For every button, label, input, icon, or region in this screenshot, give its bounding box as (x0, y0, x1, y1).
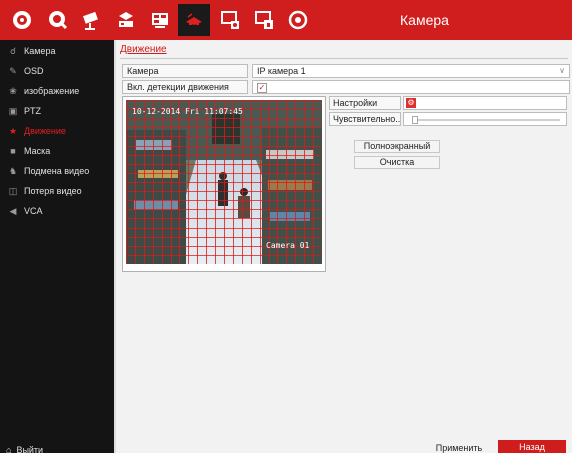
sidebar-item-mask[interactable]: ■ Маска (0, 142, 114, 160)
sidebar-item-motion[interactable]: ★ Движение (0, 122, 114, 140)
sidebar-item-osd[interactable]: ✎ OSD (0, 62, 114, 80)
sidebar-item-label: изображение (24, 86, 80, 96)
fullscreen-button[interactable]: Полноэкранный (354, 140, 440, 153)
video-preview-frame: 10-12-2014 Fri 11:07:45 Camera 01 (122, 96, 326, 272)
screen: Камера ☌ Камера ✎ OSD ❀ изображение ▣ PT… (0, 0, 572, 453)
apply-button[interactable]: Применить (430, 442, 488, 453)
enable-checkbox[interactable]: ✓ (257, 83, 267, 93)
sensitivity-slider-track[interactable] (416, 119, 560, 121)
settings-label: Настройки (329, 96, 401, 110)
image-icon: ❀ (9, 85, 17, 96)
video-osd-time: 10-12-2014 Fri 11:07:45 (132, 107, 243, 116)
enable-label: Вкл. детекции движения (122, 80, 248, 94)
camera-select[interactable]: IP камера 1 ∨ (252, 64, 570, 78)
sidebar-item-vca[interactable]: ◀ VCA (0, 202, 114, 220)
main-panel: Движение Камера IP камера 1 ∨ Вкл. детек… (116, 40, 572, 453)
ptz-icon: ▣ (8, 105, 18, 116)
record-icon[interactable] (42, 4, 74, 36)
clear-button[interactable]: Очистка (354, 156, 440, 169)
camera-label: Камера (122, 64, 248, 78)
sidebar: ☌ Камера ✎ OSD ❀ изображение ▣ PTZ ★ Дви… (0, 40, 114, 453)
page-title: Камера (400, 12, 449, 28)
camera-icon: ☌ (9, 45, 17, 56)
sidebar-item-label: Камера (24, 46, 56, 56)
tamper-icon: ♞ (8, 165, 18, 176)
vca-icon: ◀ (9, 205, 17, 216)
mask-icon: ■ (10, 146, 16, 156)
sidebar-item-ptz[interactable]: ▣ PTZ (0, 102, 114, 120)
sidebar-item-tamper[interactable]: ♞ Подмена видео (0, 162, 114, 180)
network-icon[interactable] (110, 4, 142, 36)
sensitivity-label: Чувствительно... (329, 112, 401, 126)
video-osd-name: Camera 01 (266, 241, 310, 250)
sidebar-item-image[interactable]: ❀ изображение (0, 82, 114, 100)
sidebar-item-label: PTZ (24, 106, 41, 116)
motion-icon: ★ (8, 125, 18, 136)
sensitivity-cell (403, 112, 567, 126)
video-loss-icon: ◫ (8, 185, 18, 196)
sidebar-item-label: VCA (24, 206, 43, 216)
exit-label: Выйти (16, 445, 44, 453)
sidebar-item-label: Потеря видео (24, 186, 82, 196)
sidebar-item-video-loss[interactable]: ◫ Потеря видео (0, 182, 114, 200)
exit-button[interactable]: ⌂ Выйти (0, 443, 114, 453)
camera-select-value: IP камера 1 (257, 66, 306, 76)
home-icon: ⌂ (6, 445, 12, 453)
camera-row: Камера IP камера 1 ∨ (122, 64, 570, 78)
sidebar-item-label: Подмена видео (24, 166, 90, 176)
account-icon[interactable] (248, 4, 280, 36)
divider (120, 58, 568, 59)
motion-grid[interactable]: 10-12-2014 Fri 11:07:45 Camera 01 (126, 100, 322, 264)
system-icon[interactable] (214, 4, 246, 36)
camera-settings-icon[interactable] (6, 4, 38, 36)
top-bar: Камера (0, 0, 572, 40)
sidebar-item-label: OSD (24, 66, 44, 76)
hdd-icon[interactable] (144, 4, 176, 36)
osd-icon: ✎ (9, 65, 17, 76)
gear-icon[interactable]: ⚙ (406, 98, 416, 108)
sidebar-item-label: Движение (24, 126, 66, 136)
camera-network-icon[interactable] (76, 4, 108, 36)
event-icon[interactable] (178, 4, 210, 36)
enable-row: Вкл. детекции движения ✓ (122, 80, 570, 94)
section-heading: Движение (120, 44, 167, 55)
video-preview[interactable]: 10-12-2014 Fri 11:07:45 Camera 01 (126, 100, 322, 264)
enable-cell: ✓ (252, 80, 570, 94)
sensitivity-slider-handle[interactable] (412, 116, 418, 124)
sidebar-item-label: Маска (24, 146, 51, 156)
sidebar-item-camera[interactable]: ☌ Камера (0, 42, 114, 60)
back-button[interactable]: Назад (498, 440, 566, 453)
settings-cell: ⚙ (403, 96, 567, 110)
chevron-down-icon: ∨ (559, 66, 565, 75)
power-icon[interactable] (282, 4, 314, 36)
